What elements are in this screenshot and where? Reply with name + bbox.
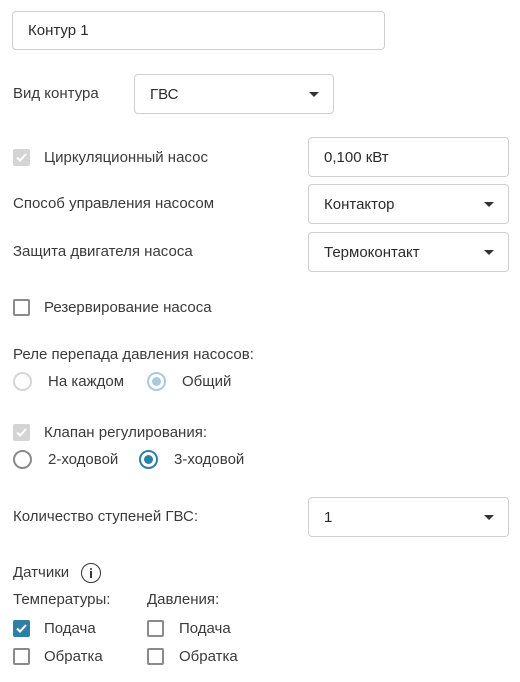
- radio-common-label: Общий: [182, 373, 232, 390]
- pump-control-label: Способ управления насосом: [13, 195, 215, 212]
- radio-3way[interactable]: [139, 450, 158, 469]
- radio-common[interactable]: [147, 372, 166, 391]
- check-icon: [16, 624, 27, 633]
- chevron-down-icon: [484, 250, 494, 255]
- pressure-return-checkbox[interactable]: [147, 648, 164, 665]
- radio-3way-label: 3-ходовой: [174, 451, 245, 468]
- info-icon[interactable]: [81, 563, 101, 583]
- pump-power-value: 0,100 кВт: [324, 148, 389, 166]
- dhw-stages-select[interactable]: 1: [308, 497, 509, 537]
- pressure-title: Давления:: [147, 591, 220, 608]
- temperature-title: Температуры:: [13, 591, 111, 608]
- dhw-stages-value: 1: [324, 508, 333, 526]
- control-valve-checkbox[interactable]: [13, 424, 30, 441]
- chevron-down-icon: [484, 202, 494, 207]
- pressure-return-label: Обратка: [179, 648, 238, 665]
- radio-each[interactable]: [13, 372, 32, 391]
- motor-protection-label: Защита двигателя насоса: [13, 243, 193, 260]
- contour-type-select[interactable]: ГВС: [134, 74, 334, 114]
- contour-name-value: Контур 1: [28, 22, 89, 39]
- temp-return-checkbox[interactable]: [13, 648, 30, 665]
- contour-type-label: Вид контура: [13, 85, 99, 102]
- pump-reserve-checkbox[interactable]: [13, 299, 30, 316]
- motor-protection-select[interactable]: Термоконтакт: [308, 232, 509, 272]
- radio-2way[interactable]: [13, 450, 32, 469]
- control-valve-label: Клапан регулирования:: [44, 424, 207, 441]
- temp-supply-label: Подача: [44, 620, 96, 637]
- dhw-stages-label: Количество ступеней ГВС:: [13, 508, 199, 525]
- circ-pump-label: Циркуляционный насос: [44, 149, 208, 166]
- temp-supply-checkbox[interactable]: [13, 620, 30, 637]
- pump-control-select[interactable]: Контактор: [308, 184, 509, 224]
- pump-reserve-label: Резервирование насоса: [44, 299, 212, 316]
- contour-name-input[interactable]: Контур 1: [12, 11, 385, 50]
- radio-each-label: На каждом: [48, 373, 125, 390]
- pressure-supply-checkbox[interactable]: [147, 620, 164, 637]
- circ-pump-checkbox[interactable]: [13, 149, 30, 166]
- check-icon: [16, 428, 27, 437]
- chevron-down-icon: [484, 515, 494, 520]
- check-icon: [16, 153, 27, 162]
- contour-type-value: ГВС: [150, 85, 179, 103]
- chevron-down-icon: [309, 92, 319, 97]
- radio-2way-label: 2-ходовой: [48, 451, 119, 468]
- pressure-supply-label: Подача: [179, 620, 231, 637]
- pump-power-input[interactable]: 0,100 кВт: [308, 137, 509, 177]
- pressure-relay-label: Реле перепада давления насосов:: [13, 346, 254, 363]
- temp-return-label: Обратка: [44, 648, 103, 665]
- pump-control-value: Контактор: [324, 195, 395, 213]
- motor-protection-value: Термоконтакт: [324, 243, 420, 261]
- sensors-title: Датчики: [13, 564, 70, 581]
